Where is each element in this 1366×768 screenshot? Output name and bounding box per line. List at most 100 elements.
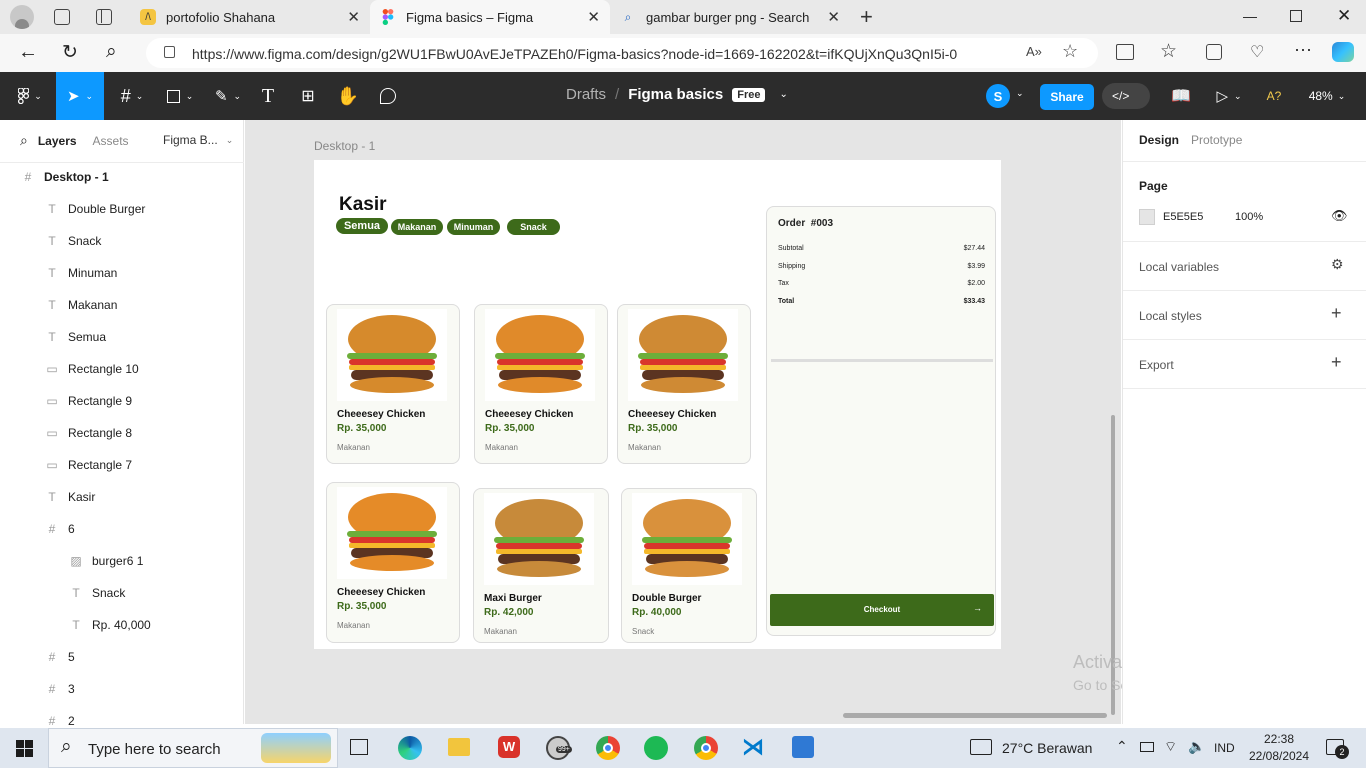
- tab-assets[interactable]: Assets: [93, 134, 129, 148]
- weather-text[interactable]: 27°C Berawan: [1002, 740, 1092, 756]
- product-card[interactable]: Cheeesey Chicken Rp. 35,000 Makanan: [326, 304, 460, 464]
- vscode-icon[interactable]: ⋊: [742, 735, 766, 759]
- chevron-up-icon[interactable]: ⌃: [1116, 738, 1128, 755]
- more-menu-icon[interactable]: ⋯: [1294, 40, 1312, 61]
- move-tool-button[interactable]: ➤ ⌄: [56, 72, 104, 120]
- page-color-value[interactable]: E5E5E5: [1163, 211, 1203, 223]
- clock-time[interactable]: 22:38: [1249, 732, 1309, 746]
- figma-menu-icon[interactable]: ⌄: [12, 72, 48, 120]
- search-icon[interactable]: ⌕: [106, 41, 117, 63]
- windows-start-icon[interactable]: [16, 740, 33, 757]
- task-view-icon[interactable]: [350, 739, 368, 755]
- filter-makanan[interactable]: Makanan: [391, 219, 443, 235]
- refresh-icon[interactable]: ↻: [62, 41, 78, 64]
- tab-layers[interactable]: Layers: [38, 134, 77, 148]
- search-icon[interactable]: ⌕: [20, 132, 28, 149]
- browser-tab-figma[interactable]: Figma basics – Figma ✕: [370, 0, 610, 34]
- product-card[interactable]: Cheeesey Chicken Rp. 35,000 Makanan: [326, 482, 460, 643]
- ai-icon[interactable]: A?: [1262, 72, 1286, 120]
- zoom-menu[interactable]: 48% ⌄: [1304, 72, 1350, 120]
- resources-icon[interactable]: ⊞: [296, 72, 320, 120]
- local-styles-section[interactable]: Local styles +: [1123, 291, 1366, 340]
- browser-essentials-icon[interactable]: ♡: [1250, 42, 1264, 62]
- profile-avatar[interactable]: [10, 5, 34, 29]
- variables-icon[interactable]: ⚙: [1331, 256, 1344, 273]
- color-swatch[interactable]: [1139, 209, 1155, 225]
- desktop-frame[interactable]: Kasir Semua Makanan Minuman Snack Cheees…: [314, 160, 1001, 649]
- hand-tool-icon[interactable]: ✋: [336, 72, 360, 120]
- layer-row[interactable]: T Semua: [0, 321, 244, 353]
- eye-icon[interactable]: 👁: [1331, 208, 1348, 224]
- plus-icon[interactable]: +: [1331, 303, 1342, 324]
- layer-row[interactable]: T Snack: [0, 225, 244, 257]
- layer-row[interactable]: T Double Burger: [0, 193, 244, 225]
- library-book-icon[interactable]: 📖: [1168, 72, 1194, 120]
- checkout-button[interactable]: Checkout →: [770, 594, 994, 626]
- window-close-button[interactable]: ✕: [1337, 6, 1351, 26]
- favorites-icon[interactable]: ☆: [1160, 40, 1177, 63]
- layer-row[interactable]: T Makanan: [0, 289, 244, 321]
- page-opacity-value[interactable]: 100%: [1235, 211, 1263, 223]
- breadcrumb-drafts[interactable]: Drafts: [566, 86, 606, 103]
- layer-row[interactable]: T Minuman: [0, 257, 244, 289]
- back-icon[interactable]: ←: [18, 41, 38, 64]
- layer-row[interactable]: ▭ Rectangle 8: [0, 417, 244, 449]
- wps-office-icon[interactable]: W: [498, 736, 520, 758]
- layer-row[interactable]: T Snack: [0, 577, 244, 609]
- split-screen-icon[interactable]: [1116, 44, 1134, 60]
- frame-tool-button[interactable]: # ⌄: [112, 72, 152, 120]
- local-variables-section[interactable]: Local variables ⚙: [1123, 242, 1366, 291]
- restore-button[interactable]: [1290, 10, 1302, 22]
- layer-row[interactable]: # Desktop - 1: [0, 161, 244, 193]
- pen-tool-button[interactable]: ✎ ⌄: [208, 72, 248, 120]
- layer-row[interactable]: #5: [0, 641, 244, 673]
- layer-row[interactable]: #6: [0, 513, 244, 545]
- text-tool-icon[interactable]: T: [256, 72, 280, 120]
- layer-row[interactable]: ▨ burger6 1: [0, 545, 244, 577]
- product-card[interactable]: Double Burger Rp. 40,000 Snack: [621, 488, 757, 643]
- spotify-icon[interactable]: [644, 736, 668, 760]
- layer-row[interactable]: ▭ Rectangle 9: [0, 385, 244, 417]
- taskbar-search-box[interactable]: ⌕ Type here to search: [48, 728, 338, 768]
- layer-row[interactable]: T Kasir: [0, 481, 244, 513]
- read-aloud-icon[interactable]: A»: [1026, 44, 1042, 59]
- edge-browser-icon[interactable]: [398, 736, 422, 760]
- battery-icon[interactable]: [1140, 742, 1154, 752]
- chevron-down-icon[interactable]: ⌄: [1016, 88, 1024, 99]
- whatsapp-icon[interactable]: 99+: [546, 736, 572, 760]
- clock-date[interactable]: 22/08/2024: [1245, 749, 1313, 763]
- frame-label[interactable]: Desktop - 1: [314, 139, 375, 153]
- dev-mode-toggle[interactable]: </>: [1102, 83, 1150, 109]
- notification-center-icon[interactable]: 2: [1326, 739, 1349, 759]
- layer-row[interactable]: ▭ Rectangle 10: [0, 353, 244, 385]
- product-card[interactable]: Cheeesey Chicken Rp. 35,000 Makanan: [474, 304, 608, 464]
- page-selector[interactable]: Figma B... ⌄: [163, 133, 233, 147]
- close-icon[interactable]: ✕: [587, 8, 600, 26]
- minimize-button[interactable]: —: [1243, 8, 1257, 24]
- favorite-star-icon[interactable]: ☆: [1062, 41, 1078, 62]
- lock-icon[interactable]: [164, 46, 175, 58]
- filter-semua[interactable]: Semua: [336, 218, 388, 234]
- plus-icon[interactable]: +: [1331, 352, 1342, 373]
- tab-actions-icon[interactable]: [96, 9, 112, 25]
- file-name[interactable]: Figma basics: [628, 86, 723, 103]
- collections-icon[interactable]: [54, 9, 70, 25]
- user-avatar[interactable]: S: [986, 84, 1010, 108]
- photos-icon[interactable]: [792, 736, 814, 758]
- copilot-icon[interactable]: [1332, 42, 1354, 62]
- chrome-profile-icon[interactable]: [694, 736, 718, 760]
- present-button[interactable]: ▷ ⌄: [1212, 72, 1246, 120]
- chrome-icon[interactable]: [596, 736, 620, 760]
- filter-minuman[interactable]: Minuman: [447, 219, 500, 235]
- tab-prototype[interactable]: Prototype: [1191, 133, 1242, 147]
- layer-row[interactable]: #3: [0, 673, 244, 705]
- comment-icon[interactable]: [376, 72, 400, 120]
- close-icon[interactable]: ✕: [347, 8, 360, 26]
- tab-design[interactable]: Design: [1139, 133, 1179, 147]
- layer-row[interactable]: ▭ Rectangle 7: [0, 449, 244, 481]
- network-icon[interactable]: ⌔: [1164, 738, 1177, 756]
- browser-tab-portfolio[interactable]: /\ portofolio Shahana ✕: [130, 0, 370, 34]
- volume-icon[interactable]: 🔈: [1188, 738, 1205, 755]
- weather-icon[interactable]: [970, 739, 992, 755]
- product-card[interactable]: Maxi Burger Rp. 42,000 Makanan: [473, 488, 609, 643]
